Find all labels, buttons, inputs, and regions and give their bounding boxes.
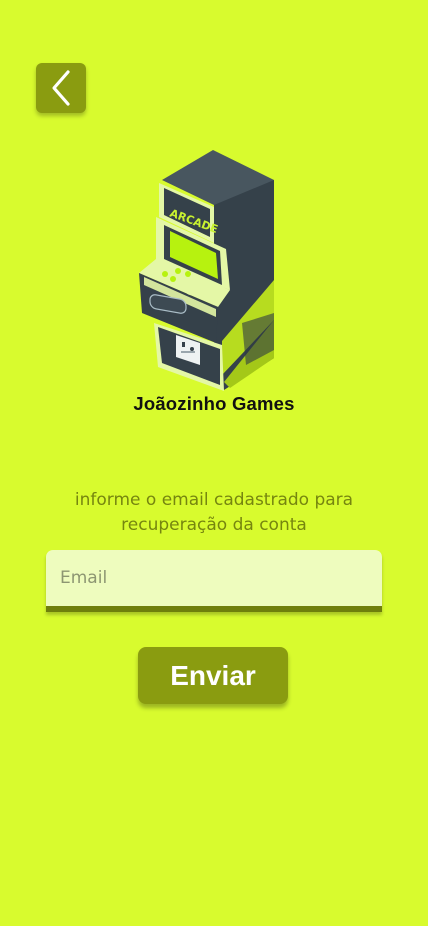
send-button[interactable]: Enviar: [138, 647, 288, 704]
email-field-wrapper: [46, 550, 382, 618]
brand-name: Joãozinho Games: [133, 393, 295, 414]
instruction-text: informe o email cadastrado para recupera…: [74, 490, 354, 535]
back-button[interactable]: [36, 63, 86, 113]
chevron-left-icon: [52, 70, 70, 106]
arcade-cabinet-logo: ARCADE: [134, 145, 280, 393]
arcade-cabinet-icon: ARCADE: [139, 150, 274, 391]
email-field[interactable]: [46, 550, 382, 612]
